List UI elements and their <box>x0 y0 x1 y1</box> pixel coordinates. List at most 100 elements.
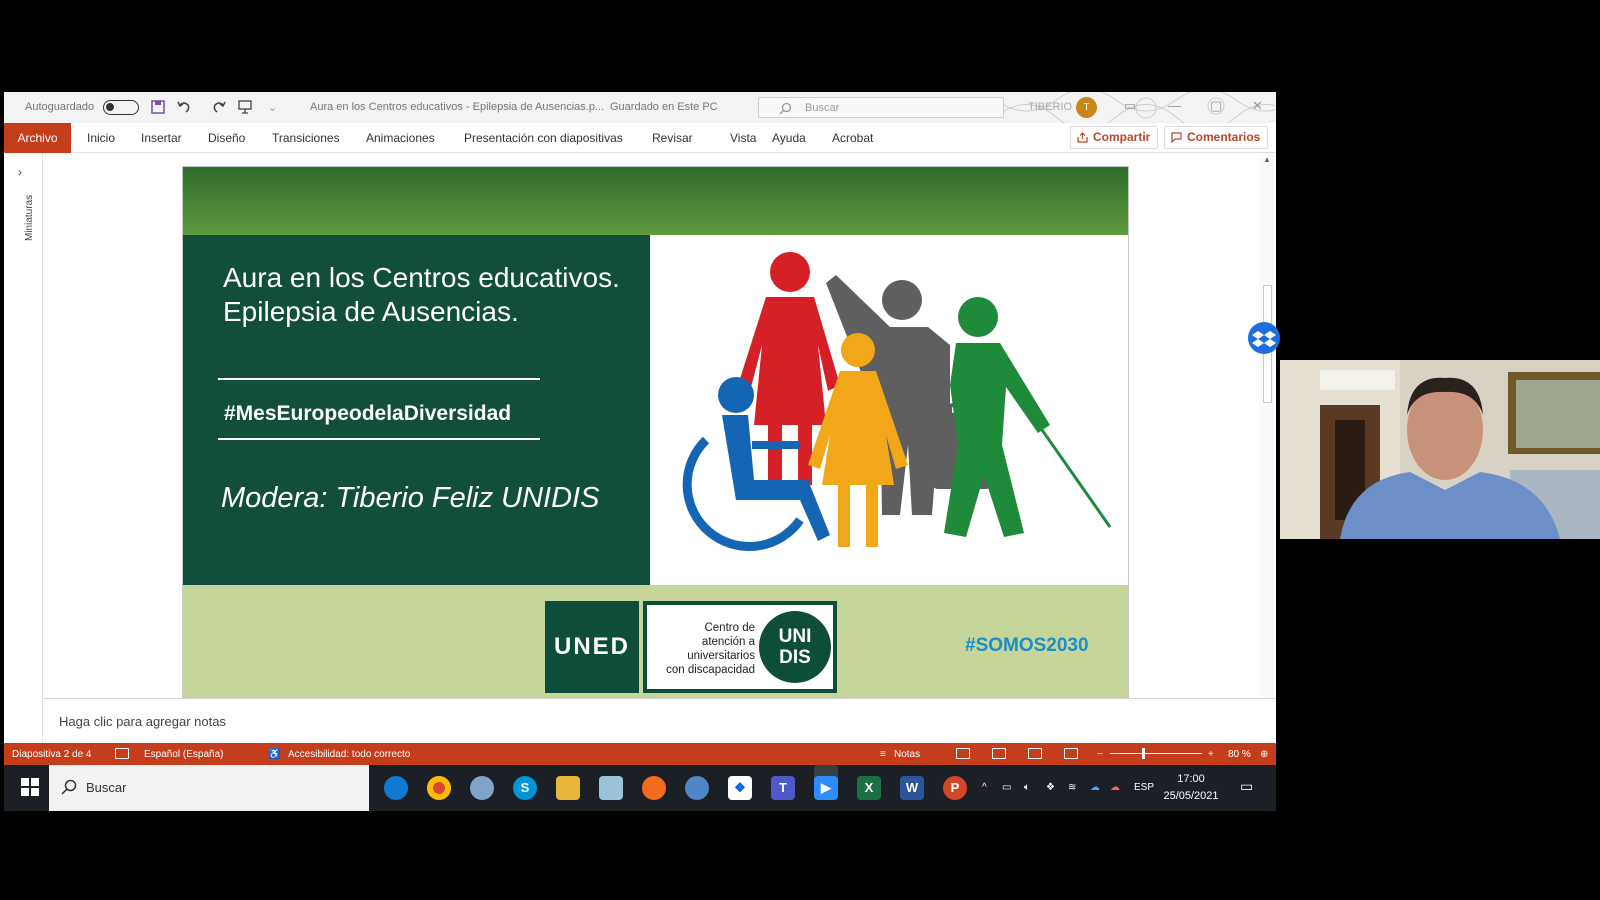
tray-volume-icon[interactable]: 🔈︎ <box>1024 782 1030 793</box>
slide-canvas[interactable]: Aura en los Centros educativos. Epilepsi… <box>182 166 1129 699</box>
accessibility-status[interactable]: Accesibilidad: todo correcto <box>288 749 410 760</box>
ribbon-display-icon[interactable]: ▭ <box>1124 98 1136 114</box>
expand-thumbnails-icon[interactable]: › <box>18 165 22 179</box>
zoom-in-icon[interactable]: + <box>1208 749 1214 760</box>
zoom-level[interactable]: 80 % <box>1228 749 1251 760</box>
autosave-toggle[interactable] <box>103 100 139 115</box>
tab-insertar[interactable]: Insertar <box>141 131 182 145</box>
status-bar: Diapositiva 2 de 4 Español (España) ♿ Ac… <box>4 743 1276 765</box>
tray-battery-icon[interactable]: ▭ <box>1002 782 1011 793</box>
tray-wifi-icon[interactable]: ≋ <box>1068 782 1076 793</box>
notes-pane[interactable]: Haga clic para agregar notas <box>44 698 1276 744</box>
thumbnails-label[interactable]: Miniaturas <box>24 195 35 241</box>
dropbox-float-icon[interactable] <box>1248 322 1280 354</box>
taskbar-search[interactable]: Buscar <box>49 765 369 811</box>
accessibility-icon[interactable]: ♿ <box>268 749 280 760</box>
slide-footer-band: UNED Centro de atención a universitarios… <box>183 585 1128 698</box>
windows-taskbar: Buscar S ❖ T ▶ X W P ^ ▭ 🔈︎ ❖ ≋ ☁ ☁ ESP … <box>4 765 1276 811</box>
app-icon-3[interactable] <box>470 776 494 800</box>
slide-sorter-icon[interactable] <box>992 748 1006 759</box>
minimize-icon[interactable]: — <box>1168 98 1181 113</box>
comment-icon <box>1171 132 1182 143</box>
tray-onedrive-icon[interactable]: ☁ <box>1090 782 1100 793</box>
notes-toggle[interactable]: Notas <box>894 749 920 760</box>
slide-moderator[interactable]: Modera: Tiberio Feliz UNIDIS <box>221 480 641 517</box>
zoom-slider[interactable] <box>1110 753 1202 754</box>
document-title: Aura en los Centros educativos - Epileps… <box>310 101 605 113</box>
tray-onedrive-error-icon[interactable]: ☁ <box>1110 782 1120 793</box>
save-icon[interactable] <box>150 99 166 115</box>
fit-slide-icon[interactable]: ⊕ <box>1260 749 1268 760</box>
tray-chevron-icon[interactable]: ^ <box>982 782 987 793</box>
windows-start-icon[interactable] <box>21 778 39 796</box>
green-man-figure <box>944 297 1112 537</box>
notifications-icon[interactable]: ▭ <box>1240 778 1253 795</box>
skype-icon[interactable]: S <box>513 776 537 800</box>
autosave-label: Autoguardado <box>25 101 95 113</box>
search-box[interactable]: Buscar <box>758 97 1004 118</box>
comments-label: Comentarios <box>1187 130 1261 144</box>
tab-archivo[interactable]: Archivo <box>4 123 71 153</box>
teams-icon[interactable]: T <box>771 776 795 800</box>
input-language[interactable]: ESP <box>1134 782 1154 793</box>
tab-diseno[interactable]: Diseño <box>208 131 245 145</box>
word-icon[interactable]: W <box>900 776 924 800</box>
notes-icon[interactable]: ≡ <box>880 749 886 760</box>
comments-button[interactable]: Comentarios <box>1164 126 1268 149</box>
firefox-icon[interactable] <box>642 776 666 800</box>
customize-qat-icon[interactable]: ⌄ <box>268 101 277 114</box>
excel-icon[interactable]: X <box>857 776 881 800</box>
divider-top <box>218 378 540 380</box>
dropbox-icon[interactable]: ❖ <box>728 776 752 800</box>
powerpoint-icon[interactable]: P <box>943 776 967 800</box>
vertical-scrollbar[interactable]: ▲ ▼ ⏶ ⏷ <box>1260 153 1274 785</box>
app-icon-8[interactable] <box>685 776 709 800</box>
close-icon[interactable]: ✕ <box>1252 98 1263 114</box>
zoom-out-icon[interactable]: − <box>1097 749 1103 760</box>
unidis-badge: UNI DIS <box>759 611 831 683</box>
present-icon[interactable] <box>237 99 253 115</box>
tab-inicio[interactable]: Inicio <box>87 131 115 145</box>
undo-icon[interactable] <box>176 99 192 115</box>
redo-icon[interactable] <box>211 99 227 115</box>
zoom-app-icon[interactable]: ▶ <box>814 776 838 800</box>
tab-animaciones[interactable]: Animaciones <box>366 131 435 145</box>
tab-revisar[interactable]: Revisar <box>652 131 693 145</box>
app-icon-6[interactable] <box>599 776 623 800</box>
language-indicator[interactable]: Español (España) <box>144 749 224 760</box>
user-name: TIBERIO <box>1028 101 1073 113</box>
slide-hashtag[interactable]: #MesEuropeodelaDiversidad <box>224 402 511 426</box>
uned-logo: UNED <box>545 601 639 693</box>
title-bar: Autoguardado ⌄ Aura en los Centros educa… <box>4 92 1276 123</box>
scroll-up-icon[interactable]: ▲ <box>1263 155 1271 164</box>
share-icon <box>1077 132 1088 143</box>
notes-placeholder: Haga clic para agregar notas <box>59 714 226 729</box>
taskbar-search-icon <box>61 779 77 795</box>
powerpoint-window: Autoguardado ⌄ Aura en los Centros educa… <box>4 92 1276 811</box>
zoom-slider-knob[interactable] <box>1142 748 1145 759</box>
clock-time[interactable]: 17:00 <box>1163 773 1219 785</box>
tab-ayuda[interactable]: Ayuda <box>772 131 806 145</box>
maximize-icon[interactable]: ▢ <box>1210 98 1222 114</box>
user-avatar[interactable]: T <box>1076 97 1097 118</box>
tray-dropbox-icon[interactable]: ❖ <box>1046 782 1055 793</box>
slideshow-icon[interactable] <box>1064 748 1078 759</box>
search-placeholder: Buscar <box>805 102 840 114</box>
edge-icon[interactable] <box>384 776 408 800</box>
file-explorer-icon[interactable] <box>556 776 580 800</box>
webcam-video <box>1280 360 1600 539</box>
spellcheck-icon[interactable] <box>115 748 129 759</box>
slide-title-panel: Aura en los Centros educativos. Epilepsi… <box>183 235 650 585</box>
normal-view-icon[interactable] <box>956 748 970 759</box>
clock-date[interactable]: 25/05/2021 <box>1163 790 1219 802</box>
tab-transiciones[interactable]: Transiciones <box>272 131 340 145</box>
chrome-icon[interactable] <box>427 776 451 800</box>
share-button[interactable]: Compartir <box>1070 126 1158 149</box>
tab-vista[interactable]: Vista <box>730 131 756 145</box>
tab-acrobat[interactable]: Acrobat <box>832 131 873 145</box>
diversity-illustration[interactable] <box>650 235 1128 585</box>
slide-title[interactable]: Aura en los Centros educativos. Epilepsi… <box>223 261 623 329</box>
unidis-logo: Centro de atención a universitarios con … <box>643 601 837 693</box>
reading-view-icon[interactable] <box>1028 748 1042 759</box>
tab-presentacion[interactable]: Presentación con diapositivas <box>464 131 623 145</box>
